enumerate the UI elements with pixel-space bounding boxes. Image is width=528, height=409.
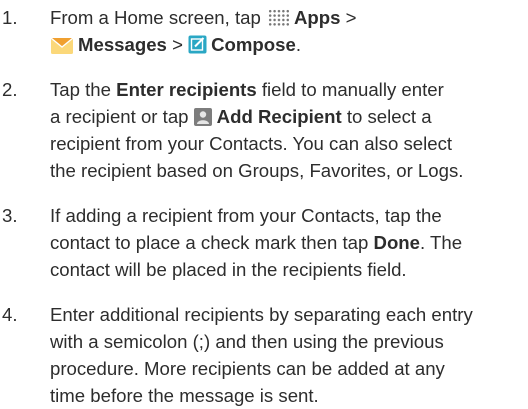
text-segment: If adding a recipient from your Contacts…: [50, 205, 442, 226]
text-line: From a Home screen, tap Apps >: [50, 4, 524, 31]
add-recipient-icon: [193, 106, 212, 126]
bold-term: Messages: [78, 34, 167, 55]
text-segment: the recipient based on Groups, Favorites…: [50, 160, 464, 181]
step-number: 2.: [2, 79, 18, 100]
text-segment: field to manually enter: [256, 79, 444, 100]
step-text: Tap the Enter recipients field to manual…: [50, 76, 524, 184]
text-segment: contact will be placed in the recipients…: [50, 259, 407, 280]
bold-term: Compose: [211, 34, 296, 55]
text-line: the recipient based on Groups, Favorites…: [50, 157, 524, 184]
instruction-list: 1. From a Home screen, tap Apps > Messages…: [0, 0, 528, 406]
step-1: 1. From a Home screen, tap Apps > Messages…: [0, 4, 528, 58]
text-line: Messages > Compose.: [50, 31, 524, 58]
text-segment: contact to place a check mark then tap: [50, 232, 374, 253]
text-segment: >: [340, 7, 357, 28]
step-3: 3. If adding a recipient from your Contac…: [0, 202, 528, 283]
text-line: contact will be placed in the recipients…: [50, 256, 524, 283]
text-segment: to select a: [341, 106, 432, 127]
step-number: 1.: [2, 7, 18, 28]
bold-term: Done: [373, 232, 420, 253]
text-segment: .: [295, 34, 301, 55]
text-segment: >: [166, 34, 189, 55]
bold-term: Enter recipients: [116, 79, 257, 100]
messages-envelope-icon: [50, 35, 74, 55]
text-line: a recipient or tap Add Recipient to sele…: [50, 103, 524, 130]
text-line: recipient from your Contacts. You can al…: [50, 130, 524, 157]
text-line: contact to place a check mark then tap D…: [50, 229, 524, 256]
text-line: Enter additional recipients by separatin…: [50, 301, 524, 328]
apps-grid-icon: [267, 9, 290, 27]
text-segment: Enter additional recipients by separatin…: [50, 304, 473, 325]
text-line: time before the message is sent.: [50, 382, 524, 409]
text-line: Tap the Enter recipients field to manual…: [50, 76, 524, 103]
step-text: Enter additional recipients by separatin…: [50, 301, 524, 409]
text-segment: From a Home screen, tap: [50, 7, 266, 28]
bold-term: Apps: [293, 7, 341, 28]
bold-term: Add Recipient: [216, 106, 342, 127]
text-segment: . The: [420, 232, 463, 253]
text-segment: recipient from your Contacts. You can al…: [50, 133, 453, 154]
text-segment: time before the message is sent.: [50, 385, 319, 406]
step-2: 2. Tap the Enter recipients field to manu…: [0, 76, 528, 184]
text-segment: Tap the: [50, 79, 117, 100]
step-4: 4. Enter additional recipients by separat…: [0, 301, 528, 409]
compose-icon: [188, 34, 207, 54]
text-line: with a semicolon (;) and then using the …: [50, 328, 524, 355]
step-number: 4.: [2, 304, 18, 325]
step-text: From a Home screen, tap Apps > Messages >…: [50, 4, 524, 58]
step-text: If adding a recipient from your Contacts…: [50, 202, 524, 283]
text-segment: with a semicolon (;) and then using the …: [50, 331, 444, 352]
text-segment: a recipient or tap: [50, 106, 194, 127]
text-line: If adding a recipient from your Contacts…: [50, 202, 524, 229]
step-number: 3.: [2, 205, 18, 226]
